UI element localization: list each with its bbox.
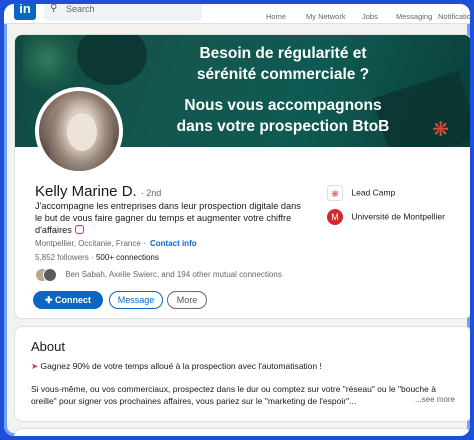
browser-frame: in ⚲ Search Home My Network Jobs Messagi… [4,4,470,436]
about-first-line-text: Gagnez 90% de votre temps alloué à la pr… [40,361,322,371]
banner-headline: Besoin de régularité et sérénité commerc… [123,43,443,85]
connect-label: Connect [55,295,92,305]
current-company[interactable]: ❋ Lead Camp [327,185,395,201]
nav-my-network[interactable]: My Network [306,6,346,21]
nav-network-label: My Network [306,12,346,21]
school-name: Université de Montpellier [351,211,445,222]
profile-name-text: Kelly Marine D. [35,183,137,200]
banner-line-4: dans votre prospection BtoB [176,118,390,135]
profile-stats: 5,852 followers · 500+ connections [35,253,159,262]
nav-messaging[interactable]: Messaging [396,6,432,21]
search-input[interactable]: ⚲ Search [44,4,202,20]
contact-info-link[interactable]: Contact info [150,239,197,248]
lead-camp-logo-icon: ❋ [327,185,343,201]
nav-jobs[interactable]: Jobs [362,6,378,21]
about-body: Si vous-même, ou vos commerciaux, prospe… [31,384,436,406]
mutual-avatar-2 [43,267,57,282]
banner-line-2: sérénité commerciale ? [196,66,370,83]
profile-name: Kelly Marine D. · 2nd [35,183,161,200]
location-text: Montpellier, Occitanie, France · [35,239,146,248]
about-title: About [31,339,65,354]
message-button[interactable]: Message [109,291,163,309]
search-placeholder: Search [66,4,95,14]
profile-headline: J'accompagne les entreprises dans leur p… [35,200,305,236]
connection-degree: · 2nd [140,188,162,198]
nav-jobs-label: Jobs [362,12,378,21]
banner-subheadline: Nous vous accompagnons dans votre prospe… [123,95,443,137]
plant-decoration [23,35,83,95]
more-button[interactable]: More [167,291,207,309]
profile-card: Besoin de régularité et sérénité commerc… [14,34,470,319]
followers-count[interactable]: 5,852 followers [35,253,89,262]
crab-icon: ❋ [432,119,449,141]
nav-home-label: Home [266,12,287,21]
about-card: About ➤ Gagnez 90% de votre temps alloué… [14,326,470,422]
education-school[interactable]: M Université de Montpellier [327,209,445,225]
linkedin-logo[interactable]: in [14,4,36,20]
see-more-link[interactable]: ...see more [415,395,455,404]
next-section-card [14,428,470,436]
add-person-icon: ✚ [44,295,53,305]
avatar-face [67,113,97,151]
mutual-connections[interactable]: Ben Sabah, Axelle Swierc, and 194 other … [35,267,282,283]
nav-notifications-label: Notificatio [438,12,470,21]
avatar[interactable] [35,87,123,175]
banner-line-1: Besoin de régularité et [199,45,367,62]
mutual-connections-text: Ben Sabah, Axelle Swierc, and 194 other … [65,270,282,279]
search-icon: ⚲ [50,4,58,14]
top-navigation: in ⚲ Search Home My Network Jobs Messagi… [4,4,470,24]
about-first-line: ➤ Gagnez 90% de votre temps alloué à la … [31,361,322,372]
syringe-emoji-icon: ➤ [31,361,39,371]
university-logo-icon: M [327,209,343,225]
profile-location: Montpellier, Occitanie, France · Contact… [35,239,197,248]
nav-messaging-label: Messaging [396,12,433,21]
company-name: Lead Camp [351,187,396,198]
connections-count[interactable]: 500+ connections [96,253,159,262]
nav-notifications[interactable]: Notificatio [438,6,470,21]
connect-button[interactable]: ✚ Connect [33,291,103,309]
nav-home[interactable]: Home [266,6,286,21]
instagram-icon[interactable] [74,225,84,234]
banner-line-3: Nous vous accompagnons [184,97,382,114]
